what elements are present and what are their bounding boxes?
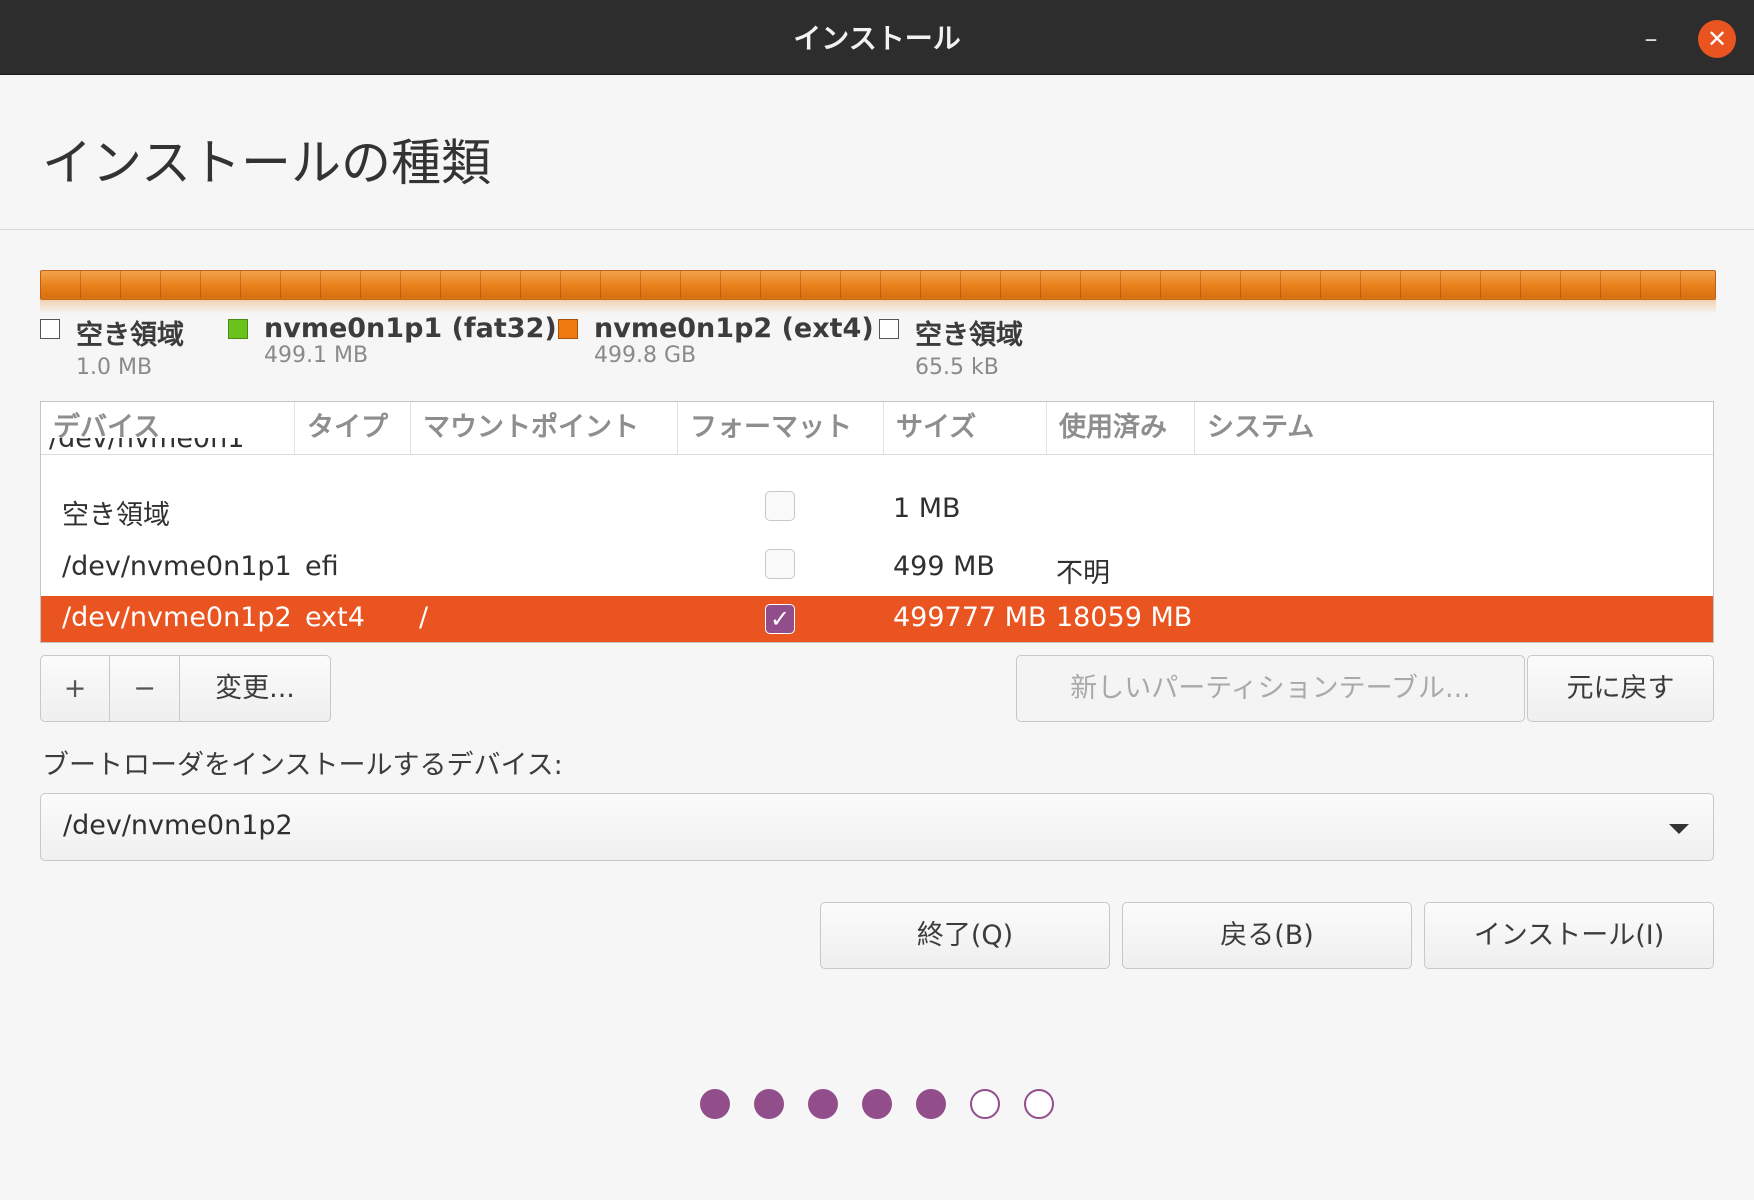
table-row-selected[interactable]: /dev/nvme0n1p2 ext4 / ✓ 499777 MB 18059 … <box>41 596 1713 642</box>
format-checkbox[interactable] <box>765 549 795 579</box>
column-header-system[interactable]: システム <box>1195 402 1713 454</box>
format-checkbox-checked[interactable]: ✓ <box>765 604 795 634</box>
bootloader-device-value: /dev/nvme0n1p2 <box>63 810 293 841</box>
legend-name: 空き領域 <box>76 320 184 351</box>
back-button[interactable]: 戻る(B) <box>1122 902 1412 969</box>
cell-size: 1 MB <box>893 493 961 524</box>
cell-device: 空き領域 <box>62 500 170 531</box>
new-partition-table-button[interactable]: 新しいパーティションテーブル... <box>1016 655 1525 722</box>
column-header-format[interactable]: フォーマット <box>678 402 884 454</box>
legend-name: 空き領域 <box>915 320 1023 351</box>
table-header: デバイス タイプ マウントポイント フォーマット サイズ 使用済み システム <box>41 402 1713 455</box>
window-titlebar: インストール – ✕ <box>0 0 1754 75</box>
progress-dot-complete <box>862 1089 892 1119</box>
cell-type: ext4 <box>305 602 365 633</box>
column-header-size[interactable]: サイズ <box>884 402 1047 454</box>
device-group-label: /dev/nvme0n1 <box>49 438 245 454</box>
cell-used: 不明 <box>1056 558 1110 589</box>
column-header-type[interactable]: タイプ <box>295 402 411 454</box>
column-header-used[interactable]: 使用済み <box>1047 402 1195 454</box>
cell-mount-point: / <box>419 602 429 633</box>
page-header: インストールの種類 <box>0 75 1754 230</box>
partition-table[interactable]: デバイス タイプ マウントポイント フォーマット サイズ 使用済み システム /… <box>40 401 1714 643</box>
bootloader-label: ブートローダをインストールするデバイス: <box>42 750 563 781</box>
format-checkbox[interactable] <box>765 491 795 521</box>
legend-size: 499.1 MB <box>264 343 369 368</box>
legend-swatch <box>228 319 248 339</box>
progress-dot-complete <box>808 1089 838 1119</box>
page-title: インストールの種類 <box>42 134 491 192</box>
cell-size: 499777 MB <box>893 602 1047 633</box>
legend-size: 499.8 GB <box>594 343 697 368</box>
remove-partition-button[interactable]: − <box>110 656 180 721</box>
progress-dot-pending <box>1024 1089 1054 1119</box>
cell-type: efi <box>305 551 339 582</box>
close-icon[interactable]: ✕ <box>1698 20 1736 58</box>
progress-dot-pending <box>970 1089 1000 1119</box>
add-partition-button[interactable]: + <box>41 656 110 721</box>
legend-name: nvme0n1p2 (ext4) <box>594 313 874 344</box>
legend-size: 65.5 kB <box>915 355 999 380</box>
window-title: インストール <box>793 22 961 55</box>
bootloader-device-select[interactable]: /dev/nvme0n1p2 <box>40 793 1714 861</box>
install-button[interactable]: インストール(I) <box>1424 902 1714 969</box>
legend-swatch <box>40 319 60 339</box>
quit-button[interactable]: 終了(Q) <box>820 902 1110 969</box>
column-header-mount-point[interactable]: マウントポイント <box>411 402 678 454</box>
legend-swatch <box>879 319 899 339</box>
partition-bar <box>40 270 1716 300</box>
legend-swatch <box>558 319 578 339</box>
checkmark-icon: ✓ <box>769 605 791 633</box>
cell-device: /dev/nvme0n1p2 <box>62 602 292 633</box>
partition-bar-reflection <box>40 298 1716 314</box>
cell-size: 499 MB <box>893 551 995 582</box>
cell-used: 18059 MB <box>1056 602 1193 633</box>
legend-name: nvme0n1p1 (fat32) <box>264 313 557 344</box>
minimize-icon[interactable]: – <box>1634 22 1668 56</box>
progress-dot-complete <box>754 1089 784 1119</box>
partition-toolbar: + − 変更... <box>40 655 331 722</box>
progress-dot-complete <box>700 1089 730 1119</box>
legend-size: 1.0 MB <box>76 355 153 380</box>
change-partition-button[interactable]: 変更... <box>180 656 330 721</box>
progress-dot-complete <box>916 1089 946 1119</box>
revert-button[interactable]: 元に戻す <box>1527 655 1714 722</box>
dropdown-arrow-icon <box>1669 824 1689 834</box>
cell-device: /dev/nvme0n1p1 <box>62 551 292 582</box>
